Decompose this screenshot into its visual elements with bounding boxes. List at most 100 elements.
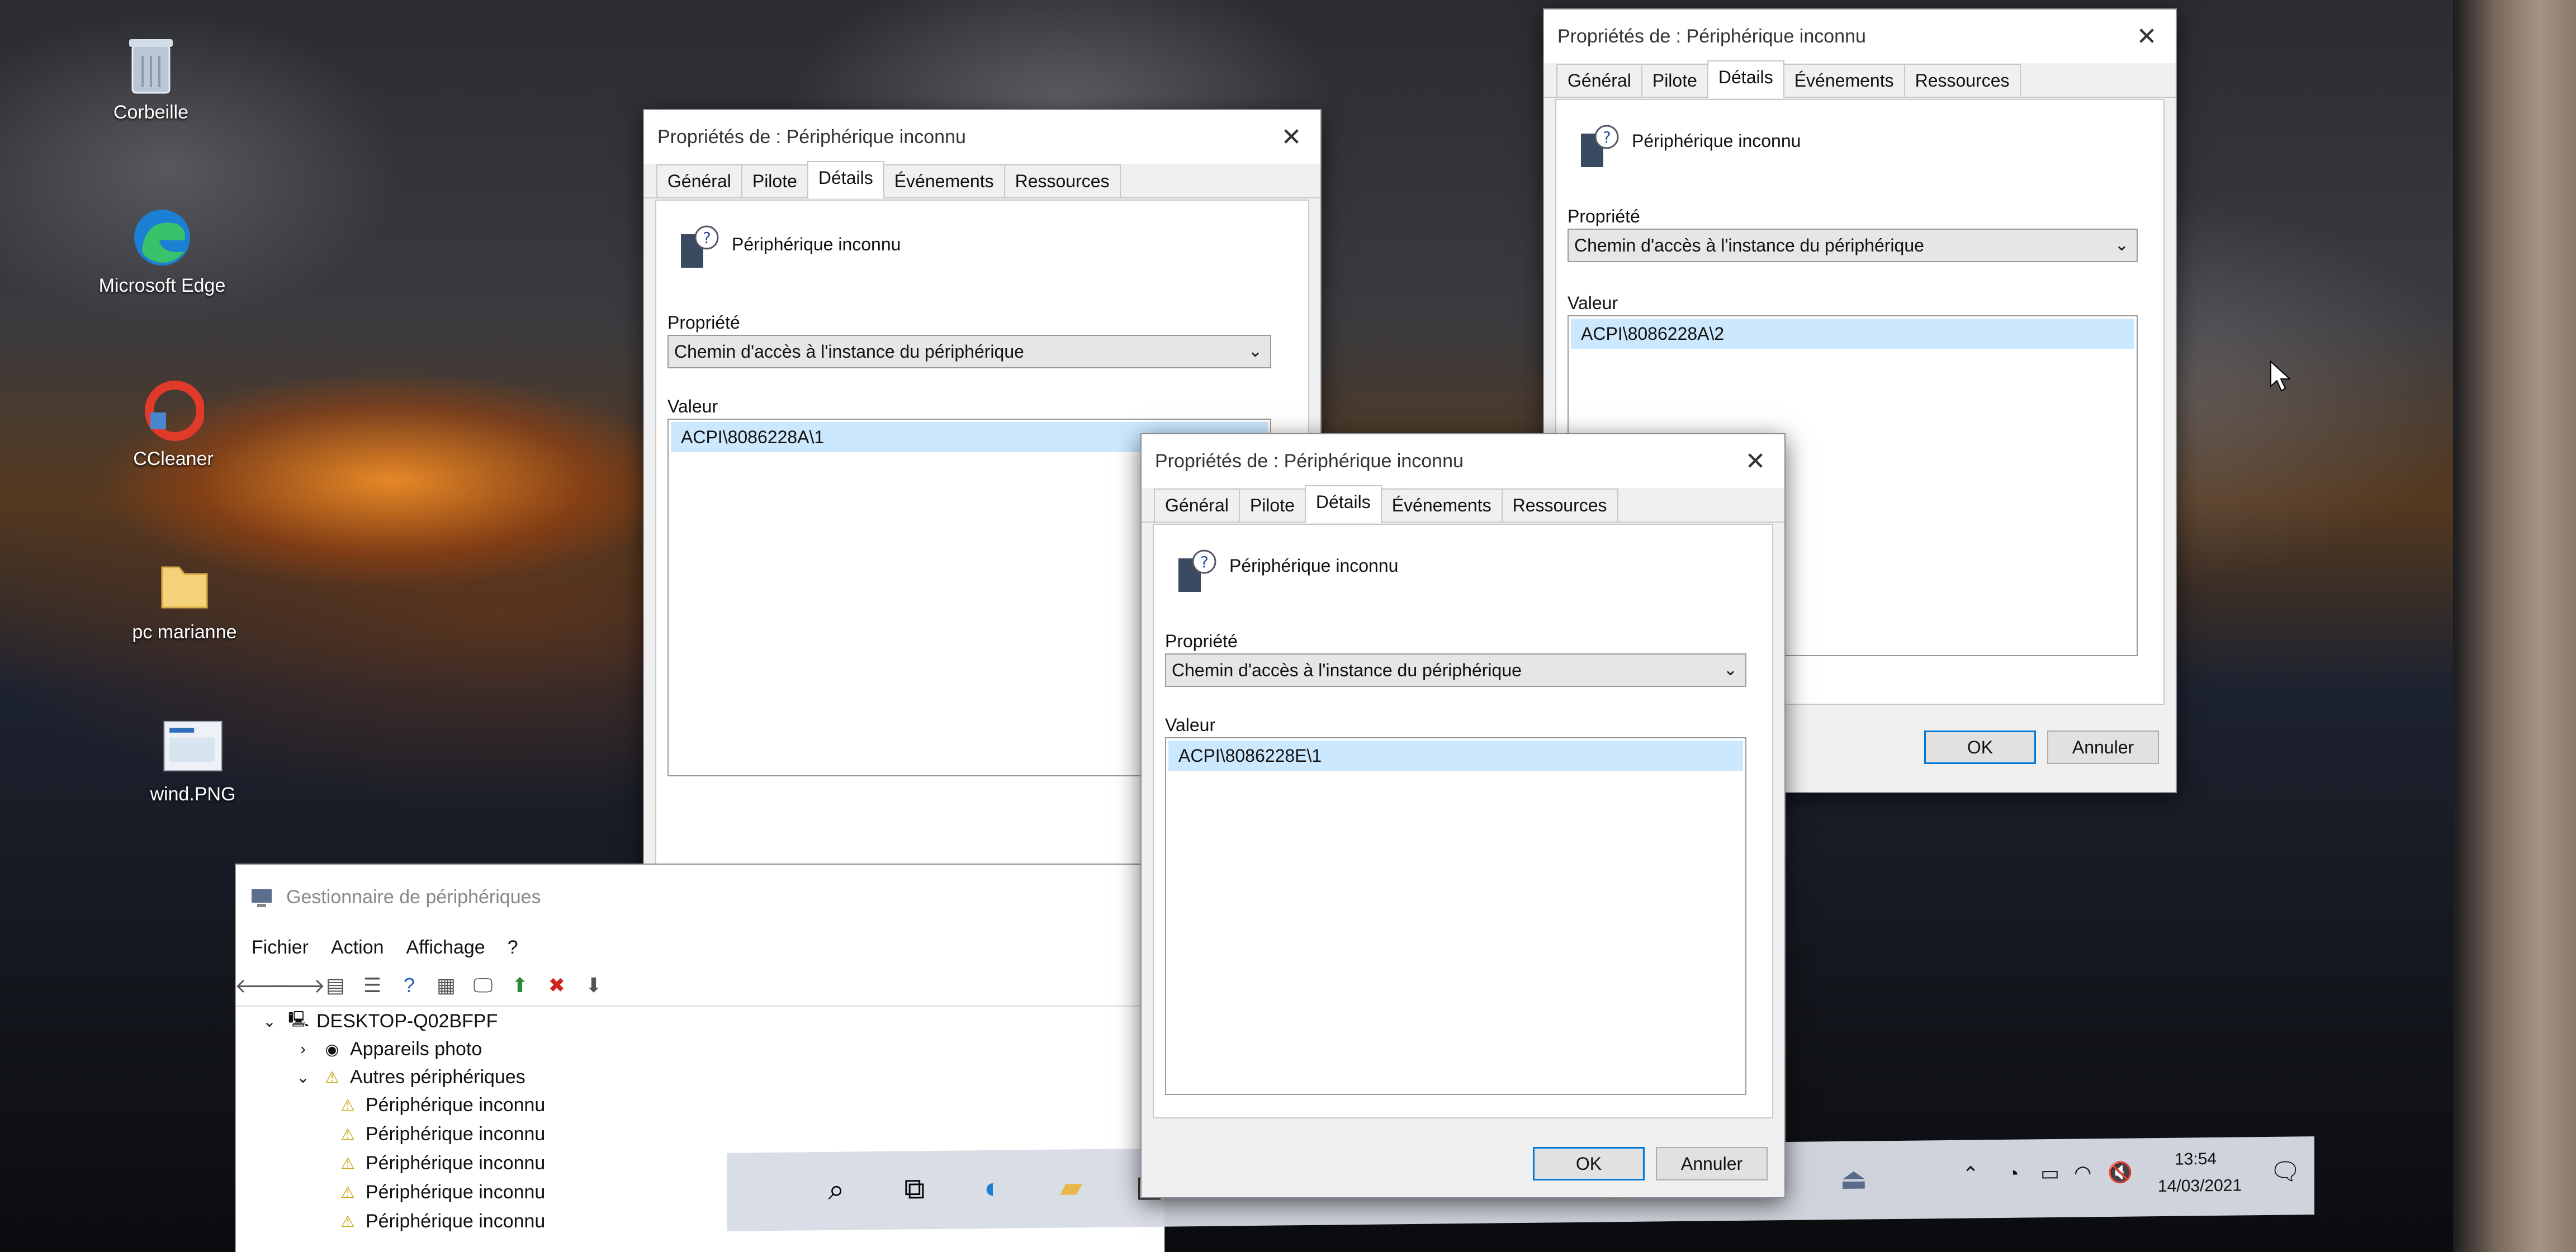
value-row[interactable]: ACPI\8086228E\1 [1168,741,1743,771]
properties-view-icon[interactable]: ▤ [321,971,350,1000]
tree-item-unknown-device[interactable]: ⚠ Périphérique inconnu [337,1152,545,1174]
notification-icon[interactable]: 🗨 [2270,1156,2301,1186]
forward-arrow-icon[interactable]: 🡒 [272,971,326,1000]
mouse-cursor-icon [2270,361,2291,392]
dialog-titlebar[interactable]: Propriétés de : Périphérique inconnu ✕ [1544,10,2176,63]
app-icon[interactable]: ⏏ [1834,1159,1874,1199]
help-icon[interactable]: ? [395,971,424,1000]
cancel-button[interactable]: Annuler [2047,731,2159,764]
tab-general[interactable]: Général [656,164,742,197]
desktop-icon-label: CCleaner [133,448,214,470]
battery-icon[interactable]: ▭ [2040,1161,2059,1185]
list-view-icon[interactable]: ☰ [358,971,387,1000]
task-view-icon[interactable]: ⧉ [894,1169,935,1210]
desktop-icon-label: Corbeille [113,102,189,123]
tree-item-unknown-device[interactable]: ⚠ Périphérique inconnu [337,1210,545,1232]
desktop: Corbeille Microsoft Edge CCleaner pc mar… [0,0,2576,1252]
tab-details[interactable]: Détails [807,161,884,198]
cancel-button[interactable]: Annuler [1656,1147,1768,1180]
edge-taskbar-icon[interactable]: ◐ [973,1168,1013,1209]
tab-general[interactable]: Général [1556,64,1642,97]
volume-muted-icon[interactable]: 🔇 [2108,1161,2133,1184]
device-manager-titlebar[interactable]: Gestionnaire de périphériques [236,865,1164,929]
computer-icon: 🖳 [288,1011,309,1028]
desktop-icon-edge[interactable]: Microsoft Edge [89,207,235,297]
menu-view[interactable]: Affichage [406,937,485,959]
tree-item-cameras[interactable]: › ◉ Appareils photo [292,1038,482,1060]
details-view-icon[interactable]: ▦ [432,971,461,1000]
property-select[interactable]: Chemin d'accès à l'instance du périphéri… [1165,653,1746,687]
clock-time[interactable]: 13:54 [2175,1150,2217,1169]
dialog-tabs: Général Pilote Détails Événements Ressou… [1142,485,1784,523]
ok-button[interactable]: OK [1924,731,2036,764]
tab-panel: ? Périphérique inconnu Propriété Chemin … [1153,524,1773,1118]
device-manager-title: Gestionnaire de périphériques [286,886,541,908]
desktop-icon-recycle-bin[interactable]: Corbeille [78,34,224,124]
desktop-icon-label: pc marianne [132,622,237,643]
chevron-up-icon[interactable]: ⌃ [1962,1162,1979,1185]
tab-general[interactable]: Général [1154,489,1240,521]
desktop-icon-folder[interactable]: pc marianne [112,553,257,643]
tab-events[interactable]: Événements [1380,489,1503,521]
dialog-titlebar[interactable]: Propriétés de : Périphérique inconnu ✕ [1142,434,1784,488]
tab-events[interactable]: Événements [883,164,1005,197]
recycle-bin-icon [120,34,182,95]
property-label: Propriété [1568,206,1640,226]
menu-action[interactable]: Action [331,937,384,959]
update-driver-icon[interactable]: ⬆ [505,971,534,1000]
tab-resources[interactable]: Ressources [1003,164,1121,197]
value-label: Valeur [1568,293,1618,313]
menu-help[interactable]: ? [508,937,518,959]
collapse-chevron-icon[interactable]: ⌄ [292,1066,314,1088]
value-label: Valeur [1165,715,1216,735]
device-name: Périphérique inconnu [732,234,901,254]
tab-resources[interactable]: Ressources [1903,64,2021,97]
close-icon[interactable]: ✕ [1275,120,1308,154]
expand-chevron-icon[interactable]: › [292,1038,314,1060]
dialog-tabs: Général Pilote Détails Événements Ressou… [1544,60,2176,98]
tree-item-label: Appareils photo [350,1038,482,1060]
tree-item-label: Périphérique inconnu [366,1152,546,1174]
tree-item-unknown-device[interactable]: ⚠ Périphérique inconnu [337,1094,545,1116]
tree-item-unknown-device[interactable]: ⚠ Périphérique inconnu [337,1123,545,1145]
tab-details[interactable]: Détails [1304,485,1382,523]
desktop-icon-ccleaner[interactable]: CCleaner [101,380,246,470]
uninstall-icon[interactable]: ✖ [542,971,571,1000]
disable-device-icon[interactable]: ⬇ [579,971,608,1000]
file-explorer-icon[interactable]: ▰ [1051,1167,1091,1208]
tree-item-unknown-device[interactable]: ⚠ Périphérique inconnu [337,1181,545,1203]
search-icon[interactable]: ⌕ [816,1169,856,1210]
tree-item-label: Périphérique inconnu [366,1210,546,1232]
chevron-down-icon: ⌄ [1723,661,1737,679]
close-icon[interactable]: ✕ [1739,444,1772,478]
network-icon[interactable]: ◔ [2007,1162,2019,1185]
dialog-tabs: Général Pilote Détails Événements Ressou… [644,161,1320,198]
tab-events[interactable]: Événements [1783,64,1905,97]
ok-button[interactable]: OK [1533,1147,1645,1180]
unknown-device-icon: ? [1178,549,1216,592]
collapse-chevron-icon[interactable]: ⌄ [258,1010,281,1032]
tab-details[interactable]: Détails [1707,60,1784,98]
chevron-down-icon: ⌄ [2114,236,2129,254]
value-list[interactable]: ACPI\8086228E\1 [1165,737,1746,1095]
wifi-icon[interactable]: ◠ [2074,1161,2091,1184]
close-icon[interactable]: ✕ [2130,20,2163,53]
clock-date[interactable]: 14/03/2021 [2158,1176,2242,1196]
scan-hardware-icon[interactable]: 🖵 [468,971,498,1000]
tab-driver[interactable]: Pilote [1238,489,1306,521]
tab-resources[interactable]: Ressources [1501,489,1618,521]
warning-device-icon: ⚠ [340,1096,355,1114]
property-select[interactable]: Chemin d'accès à l'instance du périphéri… [1568,229,2138,262]
tree-item-other-devices[interactable]: ⌄ ⚠ Autres périphériques [292,1066,525,1088]
desktop-icon-image-file[interactable]: wind.PNG [120,715,266,805]
tab-driver[interactable]: Pilote [741,164,808,197]
tab-driver[interactable]: Pilote [1641,64,1708,97]
menu-file[interactable]: Fichier [252,937,309,959]
value-row[interactable]: ACPI\8086228A\2 [1571,319,2134,349]
dialog-titlebar[interactable]: Propriétés de : Périphérique inconnu ✕ [644,110,1320,164]
warning-device-icon: ⚠ [340,1183,355,1201]
property-select[interactable]: Chemin d'accès à l'instance du périphéri… [667,335,1271,368]
device-manager-menubar: Fichier Action Affichage ? [236,929,1164,965]
tree-root[interactable]: ⌄ 🖳 DESKTOP-Q02BFPF [258,1010,498,1032]
dialog-title: Propriétés de : Périphérique inconnu [657,126,966,148]
